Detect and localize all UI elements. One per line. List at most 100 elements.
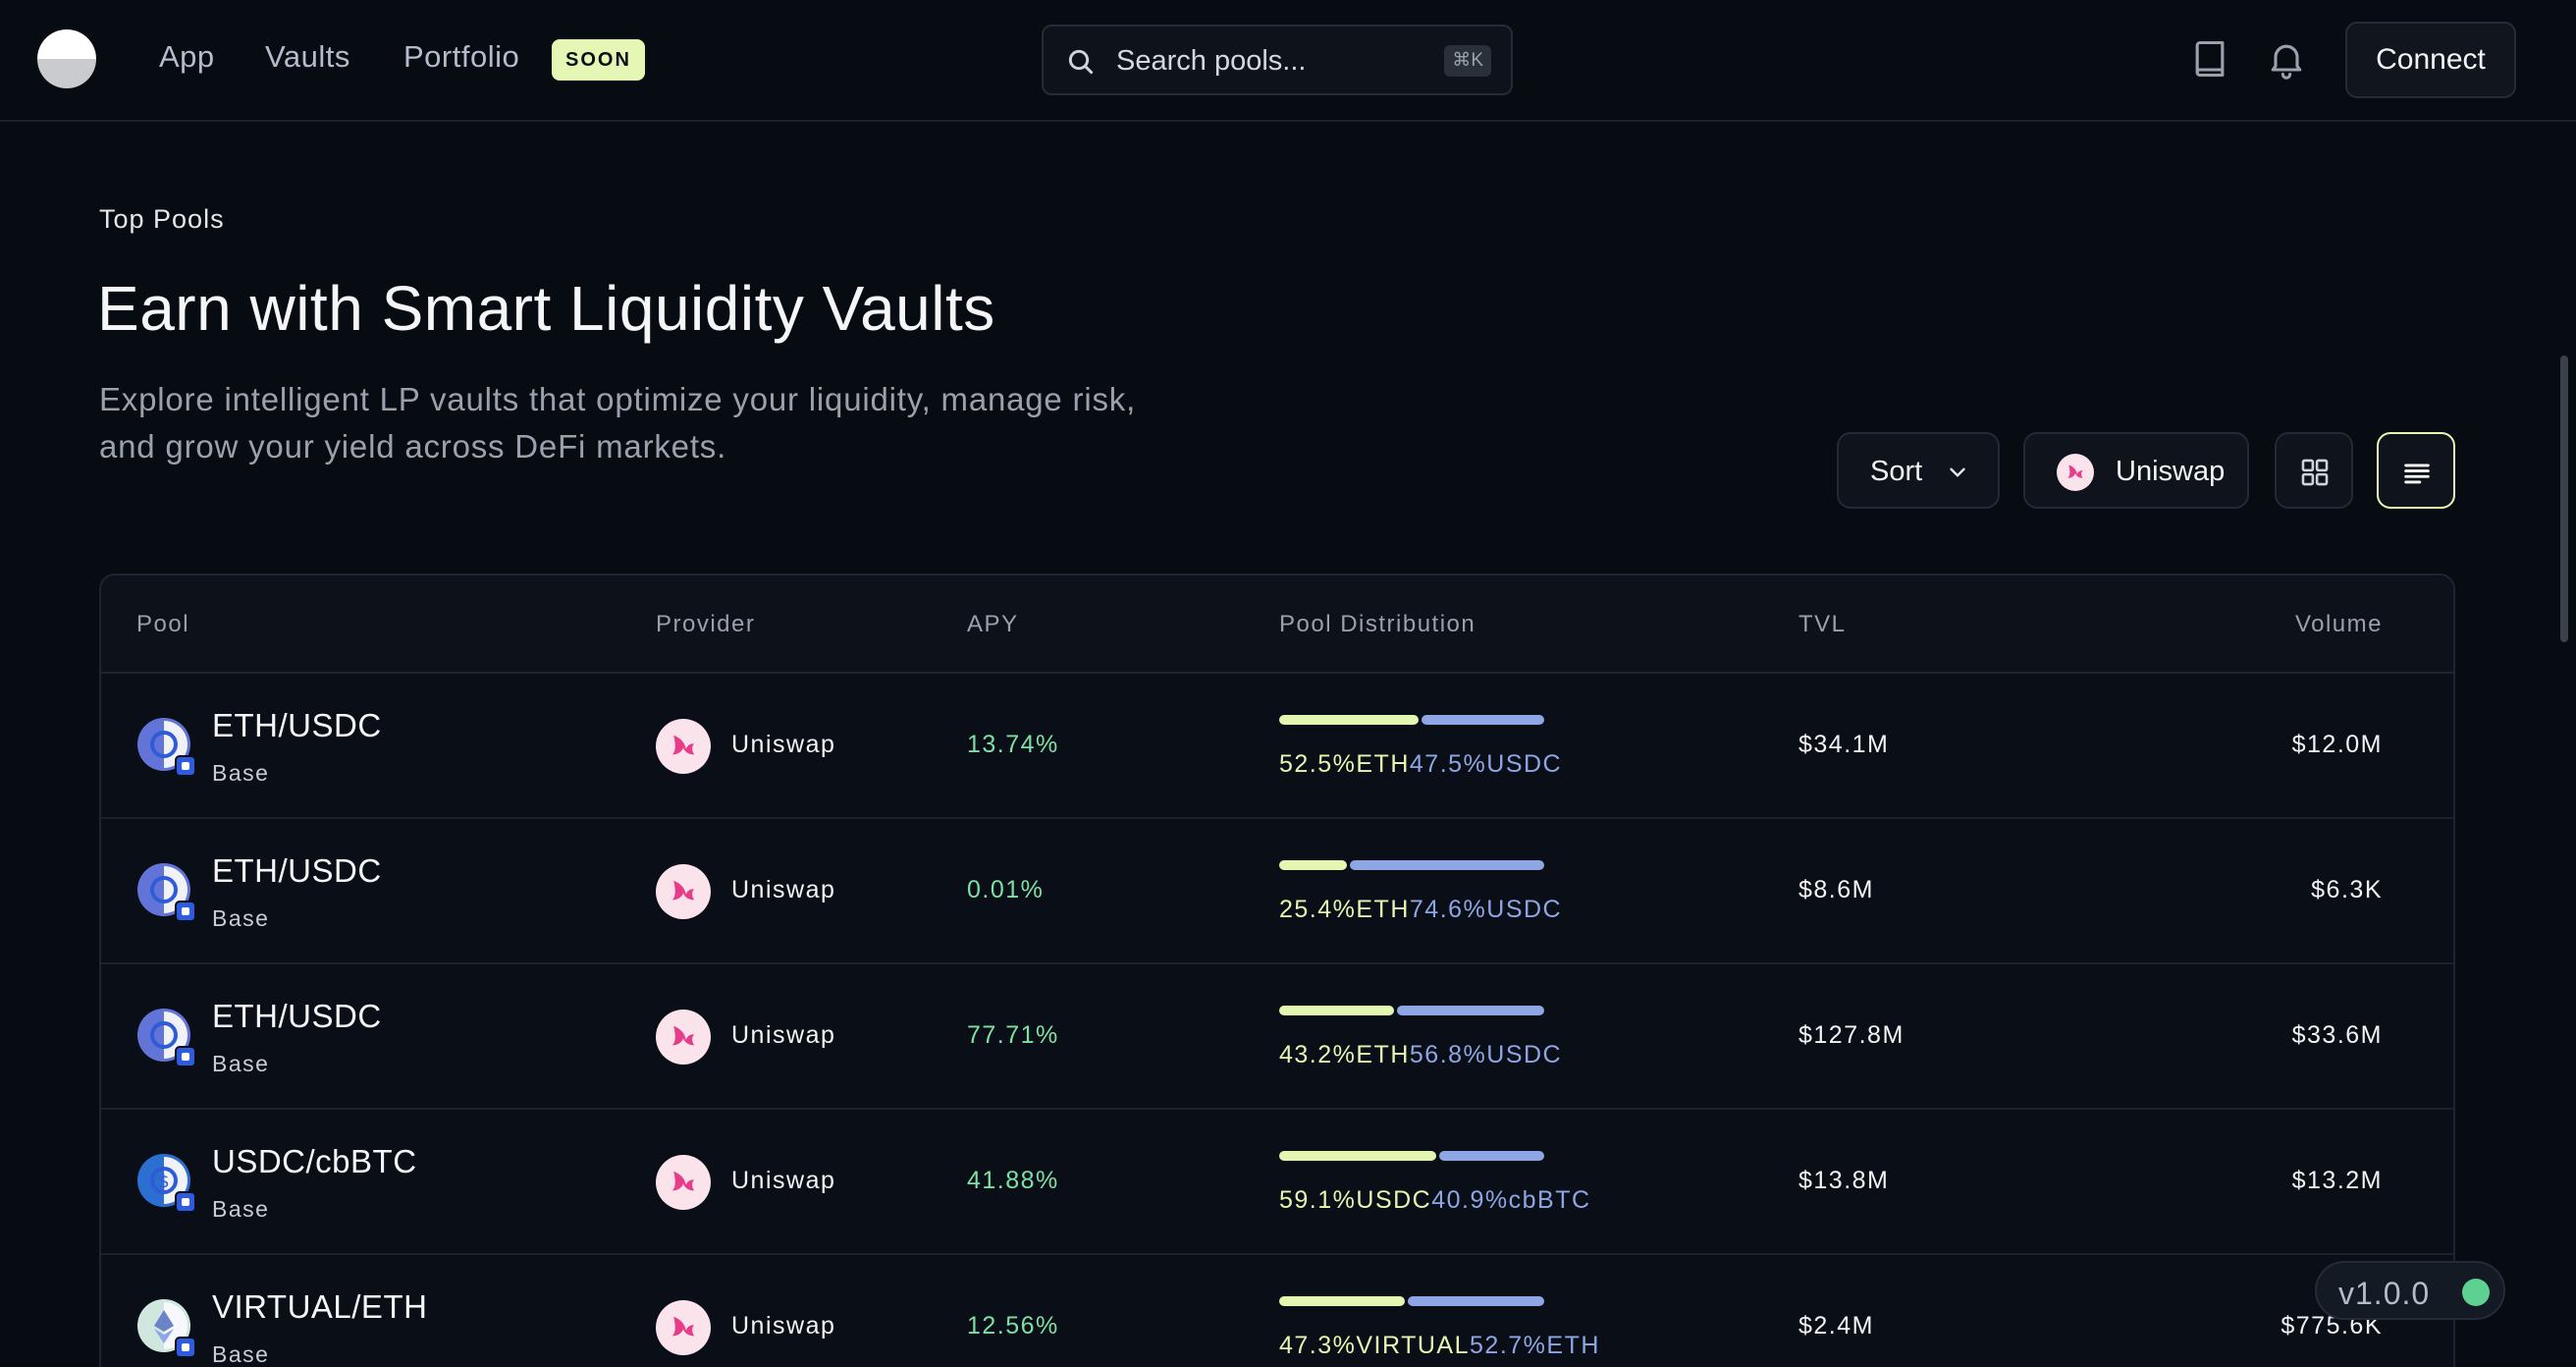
description-line-1: Explore intelligent LP vaults that optim… [99, 381, 1137, 417]
description-line-2: and grow your yield across DeFi markets. [99, 428, 727, 465]
pool-chain: Base [212, 1196, 270, 1222]
column-header-tvl[interactable]: TVL [1798, 611, 1847, 638]
distribution-segment-a [1279, 1151, 1436, 1161]
nav-link-app[interactable]: App [159, 39, 215, 75]
volume-value: $12.0M [2291, 731, 2383, 758]
pool-name[interactable]: ETH/USDC [212, 707, 382, 744]
apy-value: 12.56% [967, 1312, 1059, 1340]
pool-chain: Base [212, 1051, 270, 1076]
nav-link-vaults[interactable]: Vaults [265, 39, 350, 75]
svg-text:$: $ [158, 1172, 169, 1192]
table-header: Pool Provider APY Pool Distribution TVL … [101, 575, 2453, 674]
brand-logo[interactable] [37, 29, 96, 88]
column-header-distribution[interactable]: Pool Distribution [1279, 611, 1476, 638]
table-row[interactable]: $ USDC/cbBTC Base Uniswap 41.88% 59.1%US… [101, 1110, 2453, 1255]
distribution-label: 43.2%ETH56.8%USDC [1279, 1041, 1562, 1069]
uniswap-logo-icon [2057, 454, 2094, 491]
notification-bell-icon[interactable] [2265, 37, 2308, 81]
table-row[interactable]: ETH/USDC Base Uniswap 0.01% 25.4%ETH74.6… [101, 819, 2453, 964]
provider-filter-button[interactable]: Uniswap [2023, 432, 2249, 509]
distribution-label: 52.5%ETH47.5%USDC [1279, 750, 1562, 779]
tvl-value: $13.8M [1798, 1167, 1890, 1194]
column-header-volume[interactable]: Volume [2295, 611, 2383, 638]
tvl-value: $127.8M [1798, 1021, 1905, 1049]
distribution-label: 47.3%VIRTUAL52.7%ETH [1279, 1332, 1600, 1360]
distribution-segment-b [1438, 1151, 1544, 1161]
provider-name: Uniswap [731, 1167, 836, 1194]
uniswap-logo-icon [656, 1300, 711, 1355]
distribution-segment-b [1349, 860, 1544, 870]
apy-value: 0.01% [967, 876, 1045, 903]
pool-name[interactable]: ETH/USDC [212, 998, 382, 1035]
pool-token-pair-icon [137, 718, 195, 776]
distribution-label: 25.4%ETH74.6%USDC [1279, 896, 1562, 924]
column-header-pool[interactable]: Pool [136, 611, 189, 638]
search-icon [1068, 49, 1094, 75]
pool-distribution-bar [1279, 1151, 1544, 1161]
nav-link-portfolio[interactable]: Portfolio [403, 39, 519, 75]
search-input[interactable] [1116, 34, 1411, 87]
uniswap-logo-icon [656, 1010, 711, 1065]
distribution-token-a: 47.3%VIRTUAL [1279, 1332, 1471, 1359]
pool-distribution-bar [1279, 1296, 1544, 1306]
table-row[interactable]: ETH/USDC Base Uniswap 13.74% 52.5%ETH47.… [101, 674, 2453, 819]
distribution-token-a: 59.1%USDC [1279, 1186, 1432, 1214]
tvl-value: $34.1M [1798, 731, 1890, 758]
list-view-button[interactable] [2377, 432, 2455, 509]
apy-value: 77.71% [967, 1021, 1059, 1049]
pool-token-pair-icon [137, 1299, 195, 1357]
distribution-token-b: 40.9%cbBTC [1431, 1186, 1591, 1214]
sort-label: Sort [1870, 456, 1923, 487]
connect-wallet-button[interactable]: Connect [2345, 22, 2516, 98]
pool-token-pair-icon [137, 863, 195, 921]
pool-name[interactable]: USDC/cbBTC [212, 1143, 417, 1180]
pool-distribution-bar [1279, 1006, 1544, 1015]
version-label: v1.0.0 [2338, 1276, 2431, 1311]
tvl-value: $2.4M [1798, 1312, 1874, 1340]
distribution-segment-a [1279, 1296, 1405, 1306]
top-nav: App Vaults Portfolio SOON ⌘K Connect [0, 0, 2576, 122]
pool-distribution-bar [1279, 860, 1544, 870]
pool-chain: Base [212, 1341, 270, 1367]
page-title: Earn with Smart Liquidity Vaults [97, 273, 995, 344]
volume-value: $33.6M [2291, 1021, 2383, 1049]
provider-name: Uniswap [731, 731, 836, 758]
distribution-label: 59.1%USDC40.9%cbBTC [1279, 1186, 1591, 1215]
page-scrollbar[interactable] [2560, 355, 2568, 642]
table-row[interactable]: VIRTUAL/ETH Base Uniswap 12.56% 47.3%VIR… [101, 1255, 2453, 1367]
pool-name[interactable]: ETH/USDC [212, 852, 382, 890]
volume-value: $13.2M [2291, 1167, 2383, 1194]
distribution-token-b: 47.5%USDC [1409, 750, 1563, 778]
column-header-provider[interactable]: Provider [656, 611, 755, 638]
pool-distribution-bar [1279, 715, 1544, 725]
tvl-value: $8.6M [1798, 876, 1874, 903]
provider-name: Uniswap [731, 1312, 836, 1340]
version-badge: v1.0.0 [2315, 1261, 2505, 1320]
distribution-segment-b [1421, 715, 1544, 725]
uniswap-logo-icon [656, 719, 711, 774]
pool-name[interactable]: VIRTUAL/ETH [212, 1288, 427, 1326]
table-row[interactable]: ETH/USDC Base Uniswap 77.71% 43.2%ETH56.… [101, 964, 2453, 1110]
docs-book-icon[interactable] [2188, 37, 2231, 81]
soon-badge: SOON [552, 39, 645, 81]
search-box[interactable]: ⌘K [1042, 25, 1513, 95]
uniswap-logo-icon [656, 864, 711, 919]
pools-table: Pool Provider APY Pool Distribution TVL … [99, 574, 2455, 1367]
distribution-segment-b [1396, 1006, 1544, 1015]
distribution-segment-a [1279, 715, 1419, 725]
distribution-token-b: 74.6%USDC [1409, 896, 1563, 923]
grid-view-icon [2301, 459, 2329, 486]
uniswap-logo-icon [656, 1155, 711, 1210]
search-shortcut-hint: ⌘K [1444, 45, 1491, 77]
pool-token-pair-icon: $ [137, 1154, 195, 1212]
distribution-token-a: 25.4%ETH [1279, 896, 1410, 923]
column-header-apy[interactable]: APY [967, 611, 1019, 638]
list-view-icon [2404, 464, 2430, 484]
pool-token-pair-icon [137, 1009, 195, 1066]
distribution-token-b: 56.8%USDC [1409, 1041, 1563, 1068]
grid-view-button[interactable] [2275, 432, 2353, 509]
distribution-token-b: 52.7%ETH [1470, 1332, 1600, 1359]
distribution-token-a: 43.2%ETH [1279, 1041, 1410, 1068]
sort-dropdown-button[interactable]: Sort [1837, 432, 2000, 509]
volume-value: $6.3K [2311, 876, 2383, 903]
